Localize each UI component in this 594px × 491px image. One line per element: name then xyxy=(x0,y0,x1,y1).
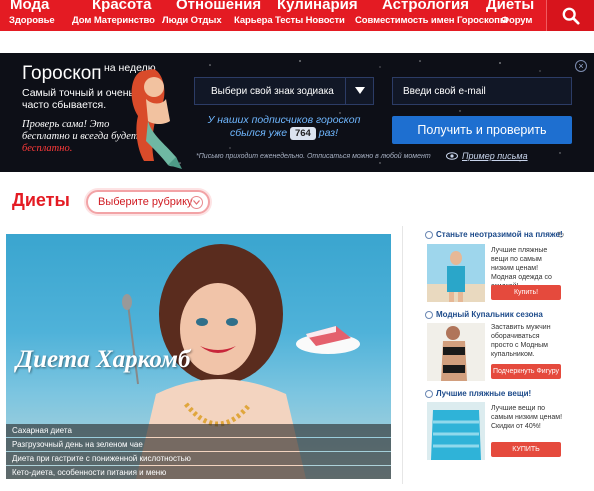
ad-marker-icon xyxy=(425,310,433,319)
nav-astrology[interactable]: Астрология xyxy=(382,0,469,13)
ad-title[interactable]: Станьте неотразимой на пляже! xyxy=(425,230,563,239)
featured-article[interactable]: Диета Харкомб Сахарная диета Разгрузочны… xyxy=(6,234,391,479)
list-item[interactable]: Сахарная диета xyxy=(6,424,391,437)
chevron-down-icon xyxy=(190,196,203,209)
zodiac-select[interactable]: Выбери свой знак зодиака xyxy=(194,77,374,105)
counter-number: 764 xyxy=(289,127,316,140)
emphasize-figure-button[interactable]: Подчеркнуть Фигуру xyxy=(491,364,561,379)
ad-text[interactable]: Лучшие вещи по самым низким ценам! Скидк… xyxy=(491,404,563,431)
ad-title-text[interactable]: Станьте неотразимой на пляже! xyxy=(436,230,563,239)
example-link[interactable]: Пример письма xyxy=(446,151,528,161)
ad-title[interactable]: Лучшие пляжные вещи! xyxy=(425,389,531,398)
counter-suffix: раз! xyxy=(318,127,338,139)
subscription-note: *Письмо приходит еженедельно. Отписаться… xyxy=(196,153,431,160)
nav-sub-cooking[interactable]: Карьера Тесты Новости xyxy=(234,15,345,26)
buy-button[interactable]: Купить! xyxy=(491,285,561,300)
nav-relations[interactable]: Отношения xyxy=(176,0,261,13)
ad-image[interactable] xyxy=(427,402,485,460)
email-input[interactable]: Введи свой e-mail xyxy=(392,77,572,105)
counter-line-1: У наших подписчиков гороскоп xyxy=(207,114,361,126)
nav-beauty[interactable]: Красота xyxy=(92,0,151,13)
nav-sub-relations[interactable]: Люди Отдых xyxy=(162,15,222,26)
promo-text: Проверь сама! Это бесплатно и всегда буд… xyxy=(22,119,139,142)
ads-column: ↻ Станьте неотразимой на пляже! Лучшие п… xyxy=(402,226,568,484)
get-and-check-button[interactable]: Получить и проверить xyxy=(392,116,572,144)
article-list: Сахарная диета Разгрузочный день на зеле… xyxy=(6,423,391,479)
horoscope-banner: × Гороскоп на неделю Самый точный и очен… xyxy=(0,53,594,172)
featured-headline[interactable]: Диета Харкомб xyxy=(16,346,191,374)
zodiac-select-label: Выбери свой знак зодиака xyxy=(211,85,334,97)
page-title: Диеты xyxy=(12,190,70,210)
close-icon[interactable]: × xyxy=(575,60,587,72)
ad-title[interactable]: Модный Купальник сезона xyxy=(425,310,543,319)
counter-line-2: сбылся уже xyxy=(230,127,288,139)
email-placeholder: Введи свой e-mail xyxy=(403,85,486,97)
list-item[interactable]: Разгрузочный день на зеленом чае xyxy=(6,438,391,451)
list-item[interactable]: Диета при гастрите с пониженной кислотно… xyxy=(6,452,391,465)
search-button[interactable] xyxy=(546,0,594,31)
ad-image[interactable] xyxy=(427,244,485,302)
ad-marker-icon xyxy=(425,389,433,398)
horoscope-title: Гороскоп xyxy=(22,63,102,84)
dropdown-arrow-icon[interactable] xyxy=(345,78,373,104)
ad-text[interactable]: Заставить мужчин оборачиваться просто с … xyxy=(491,323,563,359)
ad-image[interactable] xyxy=(427,323,485,381)
nav-diets[interactable]: Диеты xyxy=(486,0,534,13)
top-navigation: Мода Здоровье Красота Дом Материнство От… xyxy=(0,0,594,31)
subscriber-counter: У наших подписчиков гороскоп сбылся уже … xyxy=(194,114,374,140)
nav-moda[interactable]: Мода xyxy=(10,0,49,13)
ad-title-text[interactable]: Модный Купальник сезона xyxy=(436,310,543,319)
nav-cooking[interactable]: Кулинария xyxy=(277,0,358,13)
nav-sub-astrology[interactable]: Совместимость имен Гороскопы xyxy=(355,15,508,26)
nav-sub-moda[interactable]: Здоровье xyxy=(9,15,55,26)
ad-title-text[interactable]: Лучшие пляжные вещи! xyxy=(436,389,531,398)
rubric-select[interactable]: Выберите рубрику xyxy=(86,190,210,214)
mermaid-illustration xyxy=(131,69,182,169)
buy-button[interactable]: КУПИТЬ xyxy=(491,442,561,457)
eye-icon xyxy=(446,152,458,160)
nav-sub-beauty[interactable]: Дом Материнство xyxy=(72,15,155,26)
search-icon xyxy=(562,7,580,25)
promo-free-word: бесплатно. xyxy=(22,143,73,154)
rubric-select-label: Выберите рубрику xyxy=(98,196,193,208)
list-item[interactable]: Кето-диета, особенности питания и меню xyxy=(6,466,391,479)
example-link-label[interactable]: Пример письма xyxy=(462,151,528,161)
nav-sub-diets[interactable]: Форум xyxy=(501,15,532,26)
ad-marker-icon xyxy=(425,230,433,239)
